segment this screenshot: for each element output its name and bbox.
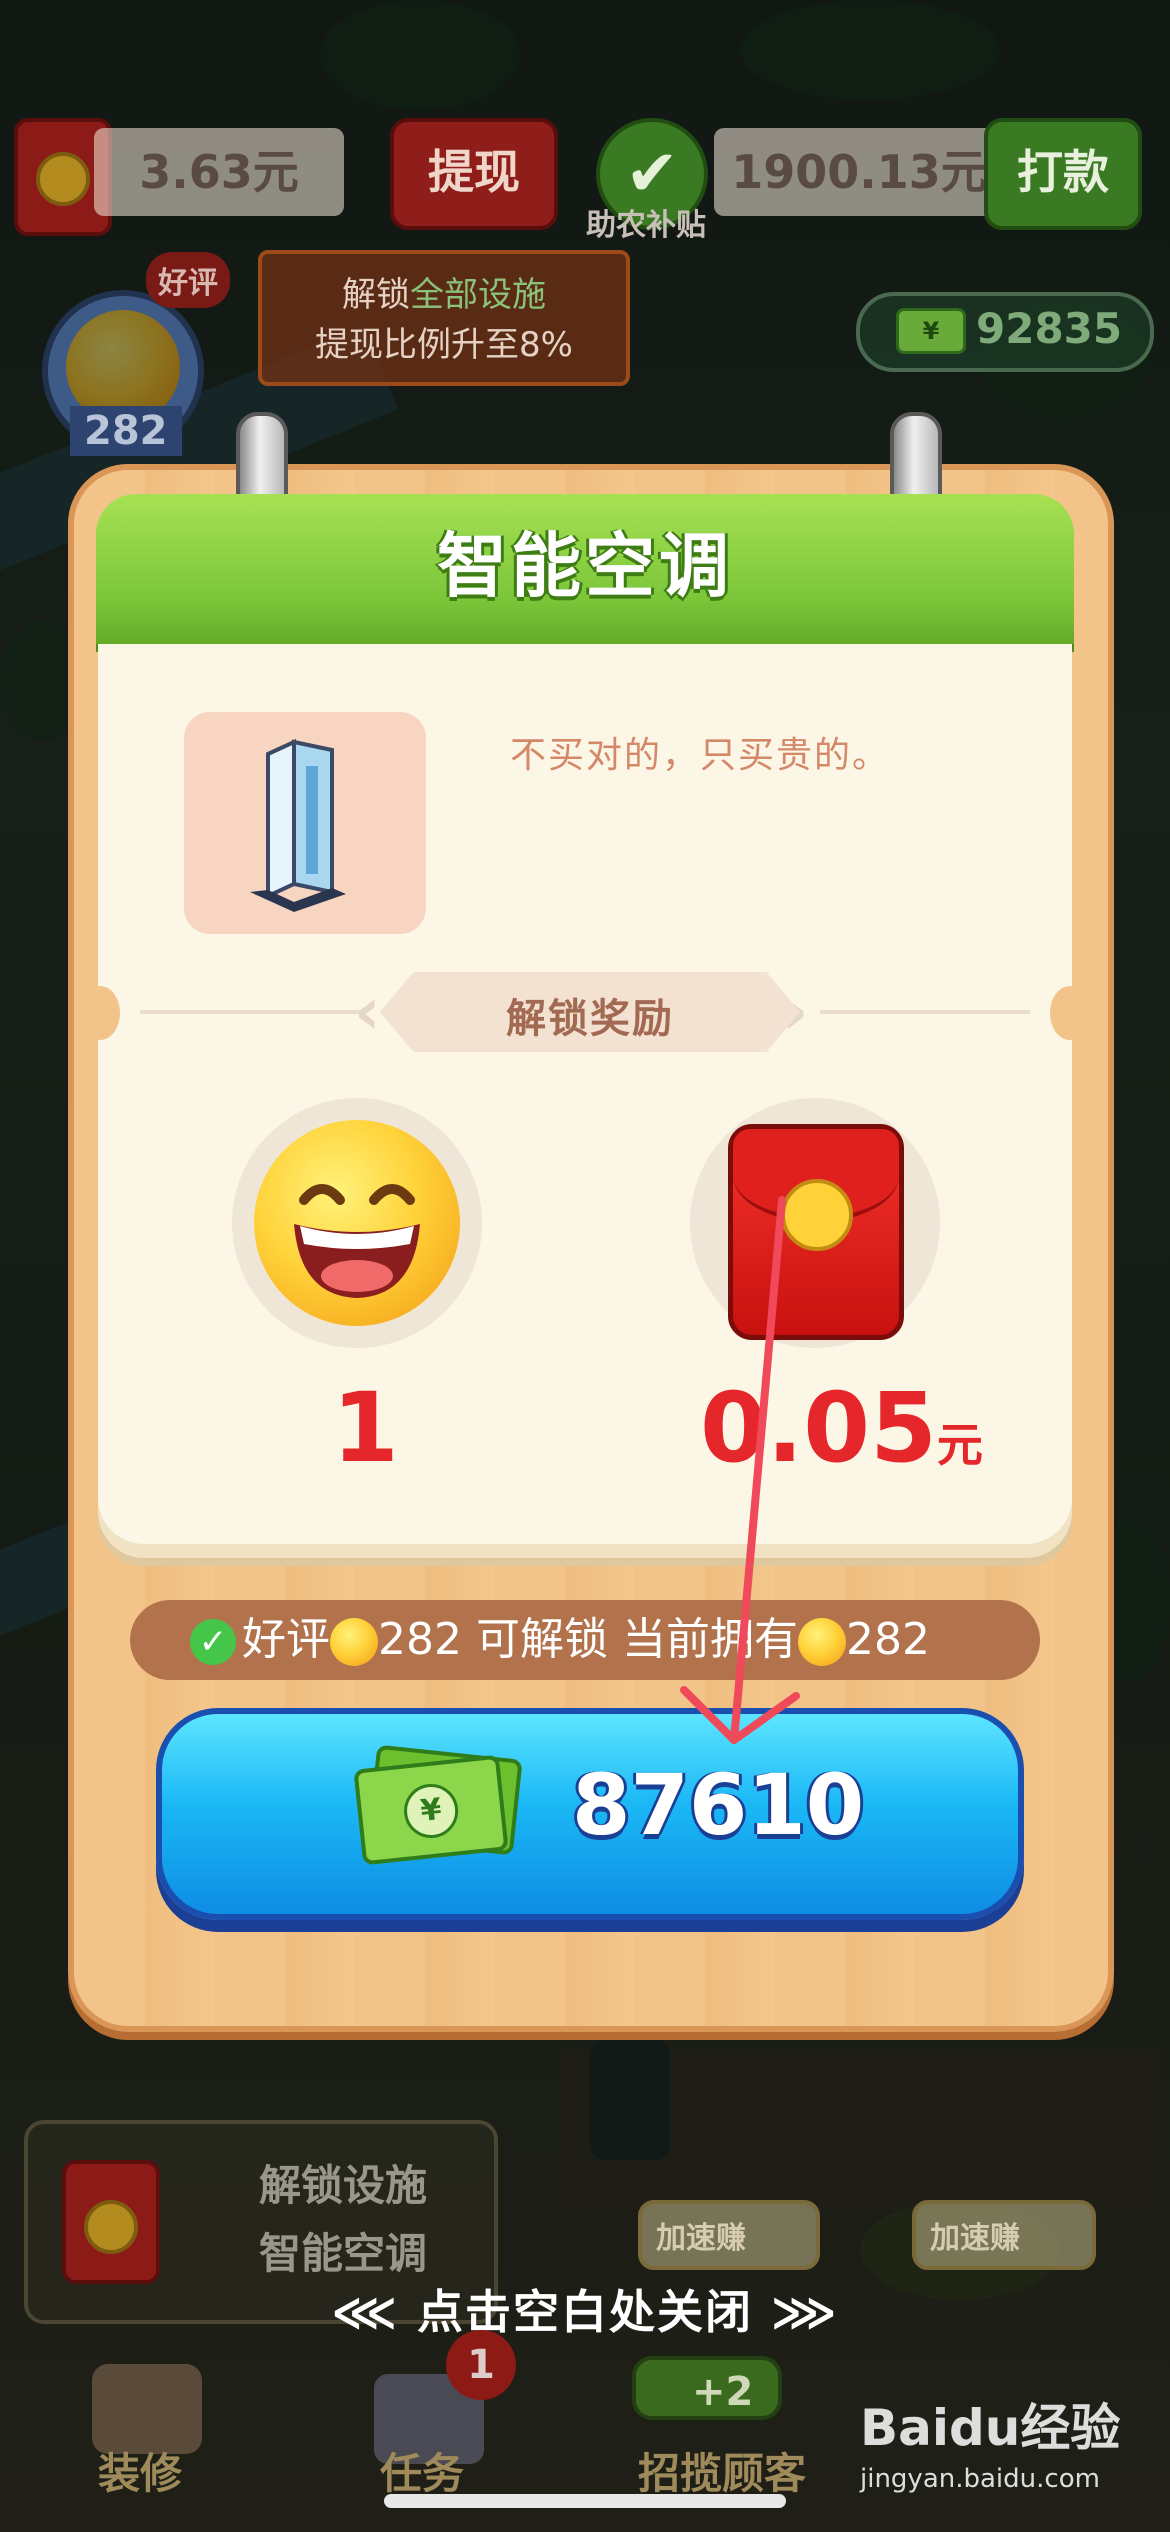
speed-earn-button-1[interactable]: 加速赚 [638,2200,820,2270]
notice-highlight: 全部设施 [410,275,546,315]
watermark-brand: Baidu经验 [860,2399,1121,2457]
mini-emoji-icon-2 [797,1618,846,1666]
speed-earn-button-2[interactable]: 加速赚 [912,2200,1096,2270]
subsidy-value: 1900.13元 [731,145,987,199]
nav-decorate-label: 装修 [98,2449,183,2498]
leaf-right-icon: ⋙ [753,2285,839,2339]
buy-button-price: 87610 [572,1756,865,1854]
withdraw-button[interactable]: 提现 [390,118,558,230]
requirement-owned: 282 [845,1614,930,1665]
unlock-requirement-text: ✓ 好评 282 可解锁 当前拥有 282 [190,1606,930,1674]
unlock-notice[interactable]: 解锁全部设施 提现比例升至8% [258,250,630,386]
red-envelope-reward-icon [728,1124,904,1340]
balance-value: 3.63元 [139,145,299,199]
home-indicator[interactable] [384,2494,786,2508]
divider-left [140,1010,360,1014]
subsidy-field: 1900.13元 [714,128,1004,216]
laughing-emoji-icon [254,1120,460,1326]
nav-tasks-label: 任务 [380,2449,465,2498]
plus-label: +2 [692,2369,754,2415]
reward-envelope-unit: 元 [936,1418,983,1472]
speed-earn-label-2: 加速赚 [930,2221,1020,2256]
check-icon: ✓ [190,1619,236,1665]
requirement-part2: 可解锁 当前拥有 [475,1614,798,1665]
reward-envelope-value: 0.05元 [700,1372,983,1484]
modal-title: 智能空调 [437,525,733,607]
task-badge: 1 [446,2330,516,2400]
facility-image [184,712,426,934]
pay-button[interactable]: 打款 [984,118,1142,230]
air-conditioner-icon [250,738,346,912]
requirement-part1: 好评 [242,1614,330,1665]
mini-emoji-icon [330,1618,378,1666]
speed-earn-label-1: 加速赚 [656,2221,746,2256]
good-review-count: 282 [70,406,182,456]
watermark-url: jingyan.baidu.com [860,2464,1100,2494]
notice-prefix: 解锁 [342,275,410,315]
chevron-left-icon: ‹ [354,975,381,1049]
plus-button[interactable]: +2 [632,2356,782,2420]
balance-field: 3.63元 [94,128,344,216]
nav-attract-label: 招揽顾客 [638,2449,807,2498]
requirement-needed: 282 [378,1614,462,1665]
cash-stack-icon: ¥ [353,1754,509,1866]
reward-emoji-value: 1 [332,1372,399,1484]
yuan-symbol: ¥ [401,1781,461,1841]
card-notch-right [1050,986,1090,1040]
top-bar: 3.63元 提现 ✔ 1900.13元 打款 助农补贴 [14,118,1156,243]
facility-description: 不买对的，只买贵的。 [510,735,891,776]
reward-section-label: 解锁奖励 [506,996,674,1042]
subsidy-label: 助农补贴 [586,208,706,243]
notice-line2: 提现比例升至8% [315,325,573,365]
cash-icon: ¥ [896,308,966,354]
reward-envelope-amount: 0.05 [700,1372,937,1484]
cash-counter: ¥ 92835 [856,292,1154,372]
unlock-card-line1: 解锁设施 [258,2161,427,2210]
watermark: Baidu经验 jingyan.baidu.com [860,2388,1120,2494]
red-envelope-small-icon [62,2160,160,2284]
good-review-tag: 好评 [146,252,230,308]
unlock-card-line2: 智能空调 [258,2229,427,2278]
divider-right [820,1010,1030,1014]
cash-count: 92835 [976,304,1123,353]
card-notch-left [80,986,120,1040]
